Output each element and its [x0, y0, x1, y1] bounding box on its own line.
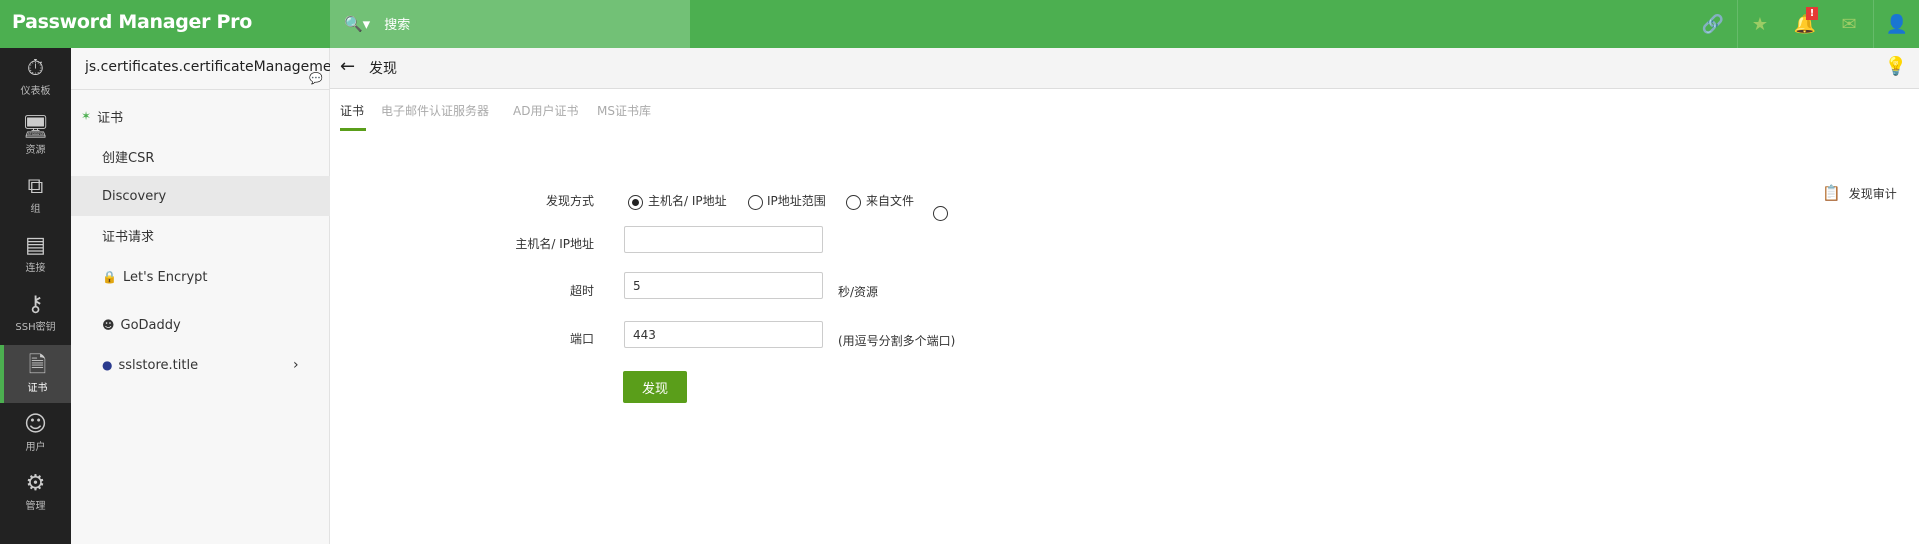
top-bar — [0, 0, 1919, 48]
nav-admin[interactable]: ⚙ 管理 — [0, 463, 71, 521]
page-title: 发现 — [369, 61, 397, 77]
ssh-key-icon: ⚷ — [27, 292, 44, 317]
radio-extra[interactable] — [933, 206, 948, 221]
panel-item-discovery[interactable]: Discovery — [71, 176, 330, 216]
divider — [1873, 0, 1874, 48]
notification-badge: ! — [1806, 7, 1818, 20]
nav-resources[interactable]: 🖥 资源 — [0, 107, 71, 165]
user-icon[interactable]: 👤 — [1875, 0, 1919, 48]
clipboard-search-icon: 📋 — [1822, 184, 1841, 202]
host-input[interactable] — [624, 226, 823, 253]
connection-icon: ▤ — [25, 233, 46, 258]
certificate-panel: js.certificates.certificateManagement 💬 … — [71, 48, 330, 544]
active-tab-indicator — [340, 128, 366, 131]
nav-users[interactable]: ☺ 用户 — [0, 404, 71, 462]
timeout-unit: 秒/资源 — [838, 285, 879, 299]
panel-item-create-csr[interactable]: 创建CSR — [71, 136, 330, 176]
radio-ip-range[interactable] — [748, 195, 763, 210]
panel-title: js.certificates.certificateManagement — [85, 59, 330, 75]
back-arrow-icon[interactable]: ← — [340, 56, 355, 77]
nav-dashboard[interactable]: ⏱ 仪表板 — [0, 48, 71, 106]
certificate-icon: 🗎 — [28, 353, 47, 378]
nav-certificates[interactable]: 🗎 证书 — [0, 345, 71, 403]
radio-from-file[interactable] — [846, 195, 861, 210]
godaddy-icon: ☻ — [102, 318, 115, 332]
discover-button[interactable]: 发现 — [623, 371, 687, 403]
port-input[interactable] — [624, 321, 823, 348]
panel-item-cert-requests[interactable]: 证书请求 — [71, 215, 330, 255]
port-label: 端口 — [569, 332, 594, 346]
radio-hostname-label: 主机名/ IP地址 — [648, 194, 727, 208]
lets-encrypt-icon: 🔒 — [102, 270, 117, 284]
discovery-audit-label: 发现审计 — [1848, 186, 1897, 201]
divider — [71, 89, 330, 90]
port-hint: (用逗号分割多个端口) — [838, 334, 956, 348]
host-label: 主机名/ IP地址 — [515, 237, 594, 251]
link-icon[interactable]: 🔗 — [1691, 0, 1735, 48]
feedback-icon[interactable]: 💬 — [309, 72, 323, 85]
nav-groups[interactable]: ⧉ 组 — [0, 166, 71, 224]
main-header: ← 发现 💡 — [330, 48, 1919, 89]
tab-ms-cert-store[interactable]: MS证书库 — [597, 102, 651, 119]
search-input[interactable] — [384, 16, 685, 32]
nav-connections[interactable]: ▤ 连接 — [0, 225, 71, 283]
panel-item-certificates[interactable]: ✶ 证书 — [71, 96, 330, 136]
user-star-icon[interactable]: ★ — [1738, 0, 1782, 48]
lightbulb-icon[interactable]: 💡 — [1885, 56, 1907, 77]
panel-item-sslstore[interactable]: ● sslstore.title › — [71, 345, 330, 385]
tab-email-auth-server[interactable]: 电子邮件认证服务器 — [381, 102, 489, 119]
radio-ip-range-label: IP地址范围 — [767, 194, 826, 208]
search-icon[interactable]: 🔍▾ — [344, 15, 370, 33]
user-icon: ☺ — [24, 412, 47, 437]
radio-from-file-label: 来自文件 — [866, 194, 915, 208]
method-label: 发现方式 — [545, 194, 594, 208]
timeout-input[interactable] — [624, 272, 823, 299]
pin-icon: ✶ — [81, 109, 92, 123]
radio-hostname[interactable] — [628, 195, 643, 210]
main-nav: ⏱ 仪表板 🖥 资源 ⧉ 组 ▤ 连接 ⚷ SSH密钥 🗎 证书 ☺ 用户 ⚙ 管理 — [0, 48, 71, 544]
discovery-audit-link[interactable]: 📋 发现审计 — [1822, 184, 1897, 202]
nav-ssh-keys[interactable]: ⚷ SSH密钥 — [0, 284, 71, 342]
sslstore-icon: ● — [102, 358, 113, 372]
mail-icon[interactable]: ✉ — [1827, 0, 1871, 48]
timeout-label: 超时 — [569, 284, 594, 298]
tab-ad-user-certs[interactable]: AD用户证书 — [513, 102, 578, 119]
gear-icon: ⚙ — [25, 471, 46, 496]
group-icon: ⧉ — [27, 174, 44, 199]
search-bar[interactable]: 🔍▾ — [330, 0, 690, 48]
app-logo: Password Manager Pro — [12, 11, 252, 33]
tab-certificates[interactable]: 证书 — [340, 102, 364, 119]
dashboard-icon: ⏱ — [26, 56, 45, 81]
panel-item-godaddy[interactable]: ☻ GoDaddy — [71, 305, 330, 345]
panel-item-lets-encrypt[interactable]: 🔒 Let's Encrypt — [71, 257, 330, 297]
chevron-right-icon: › — [293, 357, 299, 373]
monitor-icon: 🖥 — [21, 115, 50, 140]
bell-icon[interactable]: 🔔 — [1783, 0, 1827, 48]
